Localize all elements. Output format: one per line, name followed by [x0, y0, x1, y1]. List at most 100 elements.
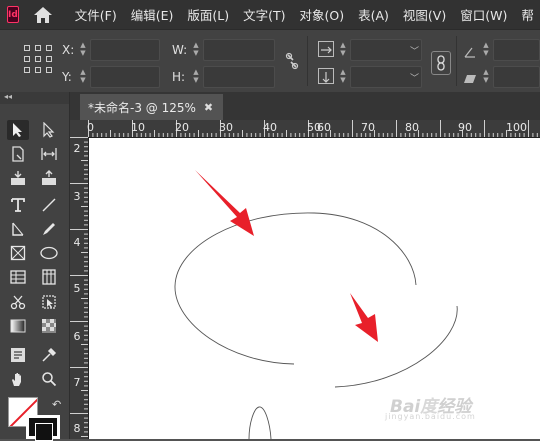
vertical-grid-tool-icon[interactable]	[38, 267, 60, 287]
x-label: X:	[62, 43, 75, 57]
x-field[interactable]	[90, 39, 160, 61]
ruler-h-label: 20	[175, 121, 189, 134]
h-spinner[interactable]: ▲ ▼	[191, 68, 201, 86]
rotate-spinner[interactable]: ▲ ▼	[481, 41, 491, 59]
ruler-h-label: 30	[219, 121, 233, 134]
ruler-v-label: 6	[73, 330, 81, 343]
document-tab[interactable]: *未命名-3 @ 125% ✖	[80, 94, 223, 120]
ruler-h-label-70: 70	[361, 121, 375, 134]
ruler-h-label-60: 60	[317, 121, 331, 134]
home-icon[interactable]	[33, 5, 53, 25]
small-ellipse-arc	[248, 406, 272, 439]
h-field[interactable]	[203, 66, 275, 88]
y-label: Y:	[62, 70, 72, 84]
collapse-panel-icon[interactable]: ◂◂	[4, 92, 12, 101]
chevron-down-icon[interactable]: ﹀	[410, 44, 419, 57]
menu-layout[interactable]: 版面(L)	[187, 5, 229, 24]
h-label: H:	[172, 70, 186, 84]
tools-panel-header[interactable]: ◂◂	[0, 92, 69, 104]
gradient-swatch-tool-icon[interactable]	[7, 316, 29, 336]
scale-y-spinner[interactable]: ▲ ▼	[338, 68, 348, 86]
menu-file[interactable]: 文件(F)	[75, 5, 117, 24]
control-panel: X: ▲ ▼ Y: ▲ ▼ W: ▲ ▼ H: ▲ ▼ ▲ ▼ ﹀ ▲ ▼ ﹀ ▲ ▼ ▲ ▼	[0, 29, 540, 93]
menu-window[interactable]: 窗口(W)	[460, 5, 507, 24]
vertical-ruler[interactable]: 2 3 4 5 6 7 8	[70, 137, 89, 439]
content-collector-tool-icon[interactable]	[7, 168, 29, 188]
red-arrow-icon	[195, 170, 254, 236]
direct-selection-tool-icon[interactable]	[38, 120, 60, 140]
ruler-h-label: 40	[263, 121, 277, 134]
ruler-v-label: 8	[73, 422, 81, 435]
selection-tool-icon[interactable]	[7, 120, 29, 140]
menu-edit[interactable]: 编辑(E)	[131, 5, 174, 24]
ellipse-arc-lower	[334, 305, 458, 388]
shear-spinner[interactable]: ▲ ▼	[481, 68, 491, 86]
gradient-feather-tool-icon[interactable]	[38, 316, 60, 336]
scale-x-spinner[interactable]: ▲ ▼	[338, 41, 348, 59]
x-spinner[interactable]: ▲ ▼	[78, 41, 88, 59]
swap-fill-stroke-icon[interactable]: ↶	[52, 398, 61, 411]
horizontal-ruler[interactable]: 0 10 20 30 40 50 60 70 80 90 100	[87, 120, 540, 138]
hand-tool-icon[interactable]	[7, 369, 29, 389]
vertical-scale-icon	[318, 68, 334, 84]
eyedropper-tool-icon[interactable]	[38, 345, 60, 365]
y-field[interactable]	[90, 66, 160, 88]
zoom-tool-icon[interactable]	[38, 369, 60, 389]
red-arrow-icon	[350, 293, 378, 342]
constrain-proportions-icon[interactable]	[284, 52, 300, 74]
ruler-v-label: 5	[73, 282, 81, 295]
ruler-h-label-90: 90	[458, 121, 472, 134]
tools-panel: ◂◂ ↶	[0, 92, 70, 441]
free-transform-tool-icon[interactable]	[38, 292, 60, 312]
artwork[interactable]	[89, 138, 540, 439]
baidu-watermark-url: jingyan.baidu.com	[385, 412, 476, 421]
horizontal-scale-icon	[318, 41, 334, 57]
document-tab-bar: *未命名-3 @ 125% ✖	[70, 92, 540, 120]
ruler-v-label: 2	[73, 142, 81, 155]
ellipse-tool-icon[interactable]	[38, 243, 60, 263]
menu-type[interactable]: 文字(T)	[243, 5, 285, 24]
stroke-swatch[interactable]	[26, 415, 60, 441]
gap-tool-icon[interactable]	[38, 144, 60, 164]
shear-angle-icon	[463, 70, 477, 89]
reference-point-icon[interactable]	[24, 45, 52, 73]
menu-bar: Id 文件(F) 编辑(E) 版面(L) 文字(T) 对象(O) 表(A) 视图…	[0, 0, 540, 29]
line-tool-icon[interactable]	[38, 195, 60, 215]
rectangle-frame-tool-icon[interactable]	[7, 243, 29, 263]
rotate-field[interactable]	[493, 39, 540, 61]
ruler-h-label-80: 80	[405, 121, 419, 134]
menu-table[interactable]: 表(A)	[358, 5, 389, 24]
ruler-v-label: 7	[73, 376, 81, 389]
ellipse-arc-upper	[174, 212, 417, 365]
document-canvas[interactable]	[89, 138, 540, 439]
stroke-swatch-inner	[35, 423, 53, 441]
indesign-logo-icon: Id	[7, 6, 19, 23]
w-label: W:	[172, 43, 188, 57]
ruler-origin[interactable]	[70, 120, 88, 137]
y-spinner[interactable]: ▲ ▼	[78, 68, 88, 86]
content-placer-tool-icon[interactable]	[38, 168, 60, 188]
ruler-h-label-100: 100	[506, 121, 527, 134]
menu-items: 文件(F) 编辑(E) 版面(L) 文字(T) 对象(O) 表(A) 视图(V)…	[75, 5, 540, 24]
shear-field[interactable]	[493, 66, 540, 88]
separator	[456, 36, 457, 86]
w-field[interactable]	[203, 39, 275, 61]
w-spinner[interactable]: ▲ ▼	[191, 41, 201, 59]
scissors-tool-icon[interactable]	[7, 292, 29, 312]
pencil-tool-icon[interactable]	[38, 219, 60, 239]
chevron-down-icon[interactable]: ﹀	[410, 71, 419, 84]
ruler-v-label: 3	[73, 190, 81, 203]
table-tool-icon[interactable]	[7, 267, 29, 287]
ruler-h-label: 0	[87, 121, 94, 134]
menu-help[interactable]: 帮	[521, 5, 534, 24]
menu-object[interactable]: 对象(O)	[300, 5, 345, 24]
rotate-angle-icon	[464, 43, 476, 62]
type-tool-icon[interactable]	[7, 195, 29, 215]
link-icon[interactable]	[431, 51, 451, 75]
note-tool-icon[interactable]	[7, 345, 29, 365]
pen-tool-icon[interactable]	[7, 219, 29, 239]
separator	[307, 36, 308, 86]
menu-view[interactable]: 视图(V)	[403, 5, 446, 24]
page-tool-icon[interactable]	[7, 144, 29, 164]
close-icon[interactable]: ✖	[204, 101, 213, 114]
